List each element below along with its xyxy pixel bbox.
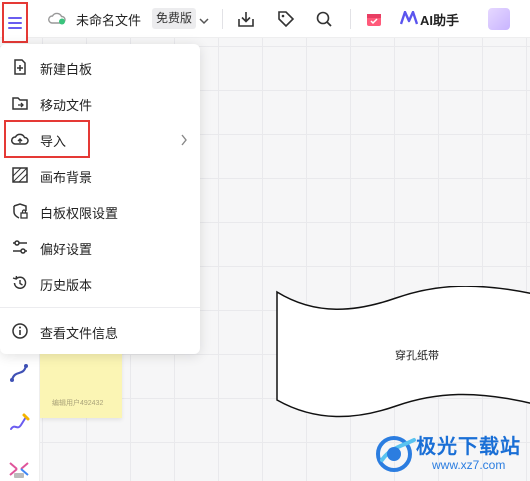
menu-item-import[interactable]: 导入 [0, 122, 200, 156]
image-icon[interactable] [488, 8, 510, 30]
pen-tool[interactable] [4, 408, 34, 438]
menu-item-history[interactable]: 历史版本 [0, 266, 200, 300]
left-toolbar [0, 350, 40, 481]
menu-item-preferences[interactable]: 偏好设置 [0, 230, 200, 264]
info-icon [11, 322, 29, 340]
chevron-down-icon[interactable] [199, 12, 209, 30]
menu-divider [0, 307, 200, 308]
cloud-upload-icon [11, 130, 29, 148]
sticky-note-author: 编辑用户492432 [52, 400, 104, 407]
mindmap-tool[interactable] [4, 454, 34, 481]
ai-assistant-button[interactable]: AI助手 [420, 10, 459, 29]
connector-icon [10, 364, 28, 382]
menu-item-label: 历史版本 [40, 278, 93, 293]
pen-icon [10, 413, 30, 430]
plan-badge[interactable]: 免费版 [152, 8, 197, 29]
tag-icon[interactable] [276, 9, 296, 29]
menu-item-label: 偏好设置 [40, 242, 93, 257]
watermark-url: www.xz7.com [432, 458, 506, 472]
calendar-icon[interactable] [364, 9, 384, 29]
menu-item-label: 新建白板 [40, 62, 93, 77]
ai-logo-icon[interactable] [399, 10, 419, 30]
watermark-title: 极光下载站 [416, 436, 521, 458]
canvas-background-icon [11, 166, 29, 184]
menu-item-label: 白板权限设置 [40, 206, 119, 221]
menu-item-new-board[interactable]: 新建白板 [0, 50, 200, 84]
menu-item-file-info[interactable]: 查看文件信息 [0, 314, 200, 348]
new-board-icon [11, 58, 29, 76]
top-toolbar: 未命名文件 免费版 AI助手 [0, 0, 530, 38]
shape-label[interactable]: 穿孔纸带 [395, 347, 439, 363]
move-folder-icon [11, 94, 29, 112]
connector-tool[interactable] [4, 358, 34, 388]
menu-icon [8, 16, 22, 29]
download-icon[interactable] [236, 9, 256, 29]
mindmap-icon [9, 462, 29, 478]
menu-item-label: 画布背景 [40, 170, 93, 185]
menu-item-permissions[interactable]: 白板权限设置 [0, 194, 200, 228]
chevron-right-icon [180, 133, 188, 151]
menu-item-label: 导入 [40, 134, 67, 149]
permission-lock-icon [11, 202, 29, 220]
main-menu-button[interactable] [2, 2, 28, 43]
toolbar-divider [350, 9, 351, 29]
main-menu-dropdown: 新建白板 移动文件 导入 画布背景 白板权限设置 偏好设置 历史版本 查看文件信… [0, 44, 200, 354]
menu-item-canvas-background[interactable]: 画布背景 [0, 158, 200, 192]
sliders-icon [11, 238, 29, 256]
menu-item-move-file[interactable]: 移动文件 [0, 86, 200, 120]
toolbar-divider [222, 9, 223, 29]
menu-item-label: 查看文件信息 [40, 326, 119, 341]
history-icon [11, 274, 29, 292]
menu-item-label: 移动文件 [40, 98, 93, 113]
search-icon[interactable] [314, 9, 334, 29]
cloud-saved-icon [48, 11, 66, 25]
document-title[interactable]: 未命名文件 [76, 10, 141, 29]
